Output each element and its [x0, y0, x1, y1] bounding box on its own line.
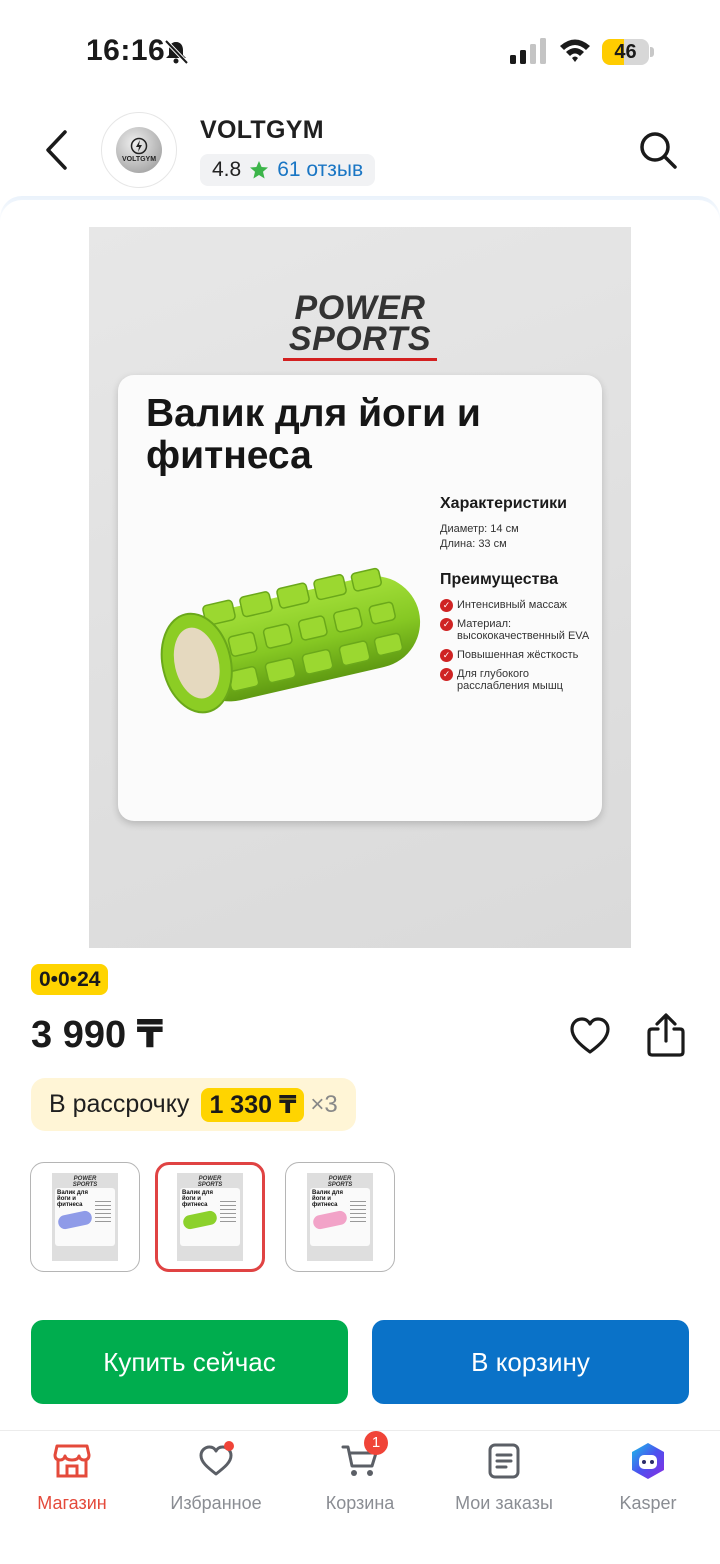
tab-label: Избранное — [170, 1493, 262, 1513]
tab-store[interactable]: Магазин — [0, 1441, 144, 1521]
store-icon — [53, 1444, 91, 1478]
chevron-left-icon — [46, 130, 67, 170]
tab-orders[interactable]: Мои заказы — [432, 1441, 576, 1521]
store-name[interactable]: VOLTGYM — [200, 116, 324, 145]
installment-deal-badge: 0•0•24 — [31, 964, 109, 995]
store-rating[interactable]: 4.8 61 отзыв — [200, 154, 376, 186]
foam-roller-image — [160, 567, 421, 714]
share-button[interactable] — [642, 1010, 690, 1060]
status-time: 16:16 — [86, 34, 166, 67]
color-variant-thumbnail[interactable]: POWER SPORTS Валик для йоги и фитнеса — [155, 1162, 265, 1272]
benefits-title: Преимущества — [440, 571, 558, 588]
rating-value: 4.8 — [212, 158, 242, 181]
tab-label: Магазин — [37, 1493, 107, 1513]
product-image-title: Валик для йоги и фитнеса — [146, 392, 481, 477]
benefit-item: ✓ Повышенная жёсткость — [440, 649, 600, 662]
star-icon — [249, 160, 269, 180]
tab-kasper[interactable]: Kasper — [576, 1441, 720, 1521]
tab-label: Kasper — [619, 1493, 677, 1513]
share-icon — [647, 1013, 685, 1057]
tab-label: Корзина — [325, 1493, 395, 1513]
tab-cart[interactable]: 1 Корзина — [288, 1431, 432, 1521]
cellular-signal-icon — [510, 38, 546, 64]
product-price: 3 990 ₸ — [31, 1014, 164, 1056]
favorite-button[interactable] — [566, 1012, 614, 1060]
notification-dot — [224, 1441, 234, 1451]
tab-label: Мои заказы — [455, 1493, 553, 1513]
add-to-cart-button[interactable]: В корзину — [372, 1320, 689, 1404]
benefit-item: ✓ Интенсивный массаж — [440, 599, 600, 612]
wifi-icon — [560, 39, 590, 62]
battery-level: 46 — [614, 41, 637, 63]
variant-image: POWER SPORTS Валик для йоги и фитнеса — [52, 1173, 118, 1261]
specs-title: Характеристики — [440, 495, 568, 512]
benefit-item: ✓ Для глубокого расслабления мышц — [440, 668, 600, 692]
product-image[interactable]: POWER SPORTS Валик для йоги и фитнеса Ха… — [89, 227, 631, 948]
search-button[interactable] — [634, 126, 682, 174]
lightning-bolt-icon — [130, 137, 148, 155]
heart-icon — [570, 1017, 610, 1054]
installment-times: ×3 — [310, 1090, 338, 1118]
spec-length: Длина: 33 см — [440, 538, 507, 550]
store-logo-text: VOLTGYM — [121, 156, 157, 163]
store-header: VOLTGYM VOLTGYM 4.8 61 отзыв — [0, 100, 720, 200]
color-variant-thumbnail[interactable]: POWER SPORTS Валик для йоги и фитнеса — [285, 1162, 395, 1272]
brand-logo: POWER SPORTS — [288, 289, 432, 358]
installment-amount: 1 330 ₸ — [201, 1087, 305, 1122]
installment-label: В рассрочку — [49, 1090, 190, 1118]
back-button[interactable] — [34, 124, 78, 176]
variant-image: POWER SPORTS Валик для йоги и фитнеса — [177, 1173, 243, 1261]
orders-icon — [488, 1443, 520, 1479]
reviews-link[interactable]: 61 отзыв — [277, 158, 363, 182]
silent-bell-icon — [164, 39, 189, 65]
product-info-card: Валик для йоги и фитнеса Характеристики … — [118, 375, 602, 821]
variant-image: POWER SPORTS Валик для йоги и фитнеса — [307, 1173, 373, 1261]
battery-indicator: 46 — [602, 39, 654, 65]
cart-count-badge: 1 — [364, 1431, 388, 1455]
status-bar: 16:16 46 — [0, 0, 720, 100]
installment-offer[interactable]: В рассрочку 1 330 ₸ ×3 — [31, 1078, 356, 1131]
benefit-item: ✓ Материал: высококачественный EVA — [440, 618, 600, 642]
spec-diameter: Диаметр: 14 см — [440, 523, 519, 535]
bottom-tab-bar: Магазин Избранное 1 Корзина Мои заказы K… — [0, 1430, 720, 1564]
search-icon — [640, 132, 677, 169]
color-variant-thumbnail[interactable]: POWER SPORTS Валик для йоги и фитнеса — [30, 1162, 140, 1272]
buy-now-button[interactable]: Купить сейчас — [31, 1320, 348, 1404]
kasper-assistant-icon — [632, 1443, 664, 1479]
tab-favorites[interactable]: Избранное — [144, 1441, 288, 1521]
store-logo[interactable]: VOLTGYM — [101, 112, 177, 188]
